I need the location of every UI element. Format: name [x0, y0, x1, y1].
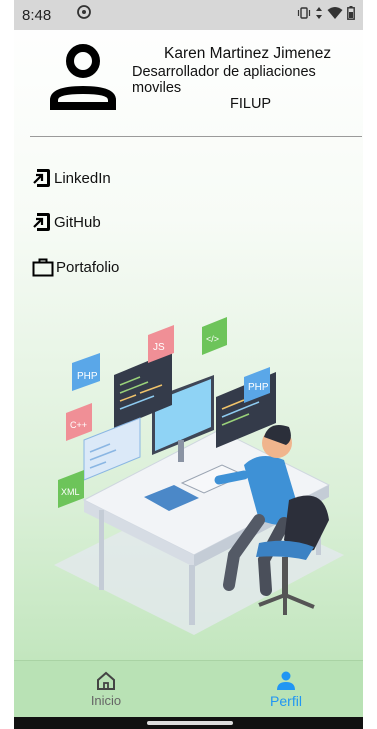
status-time: 8:48 [22, 7, 52, 24]
data-arrows-icon [316, 7, 322, 19]
sync-icon [77, 5, 91, 19]
js-tag: JS [153, 342, 165, 353]
open-in-app-icon [33, 213, 50, 231]
developer-illustration: PHP JS </> PHP C++ XML [54, 317, 344, 635]
app-screen: 8:48 Karen Martinez Jimenez Desarrollado… [14, 0, 363, 729]
nav-perfil[interactable]: Perfil [246, 667, 326, 709]
nav-inicio[interactable]: Inicio [66, 667, 146, 708]
code-tag: </> [206, 334, 219, 344]
portafolio-label: Portafolio [56, 258, 120, 276]
battery-icon [347, 6, 355, 20]
person-icon [277, 671, 295, 690]
linkedin-link[interactable]: LinkedIn [32, 168, 111, 188]
briefcase-icon [32, 258, 54, 277]
home-icon [97, 671, 115, 690]
profile-name: Karen Martinez Jimenez [164, 45, 332, 62]
bottom-navigation: Inicio Perfil [14, 660, 363, 718]
portafolio-link[interactable]: Portafolio [32, 257, 119, 277]
wifi-icon [327, 7, 343, 19]
php-tag-right: PHP [248, 382, 269, 393]
linkedin-label: LinkedIn [54, 169, 111, 187]
status-bar: 8:48 [14, 0, 363, 30]
github-label: GitHub [54, 213, 101, 231]
home-indicator[interactable] [147, 721, 233, 725]
status-icons [297, 6, 355, 20]
xml-tag: XML [61, 487, 80, 497]
cpp-tag: C++ [70, 420, 87, 430]
profile-company: FILUP [230, 96, 272, 112]
open-in-app-icon [33, 169, 50, 187]
avatar-person-icon [50, 44, 116, 110]
php-tag: PHP [77, 371, 98, 382]
vibrate-icon [297, 7, 311, 19]
profile-role: Desarrollador de apliaciones moviles [132, 64, 316, 96]
nav-inicio-label: Inicio [90, 693, 122, 708]
divider [30, 136, 362, 137]
github-link[interactable]: GitHub [32, 212, 101, 232]
nav-perfil-label: Perfil [270, 693, 302, 709]
